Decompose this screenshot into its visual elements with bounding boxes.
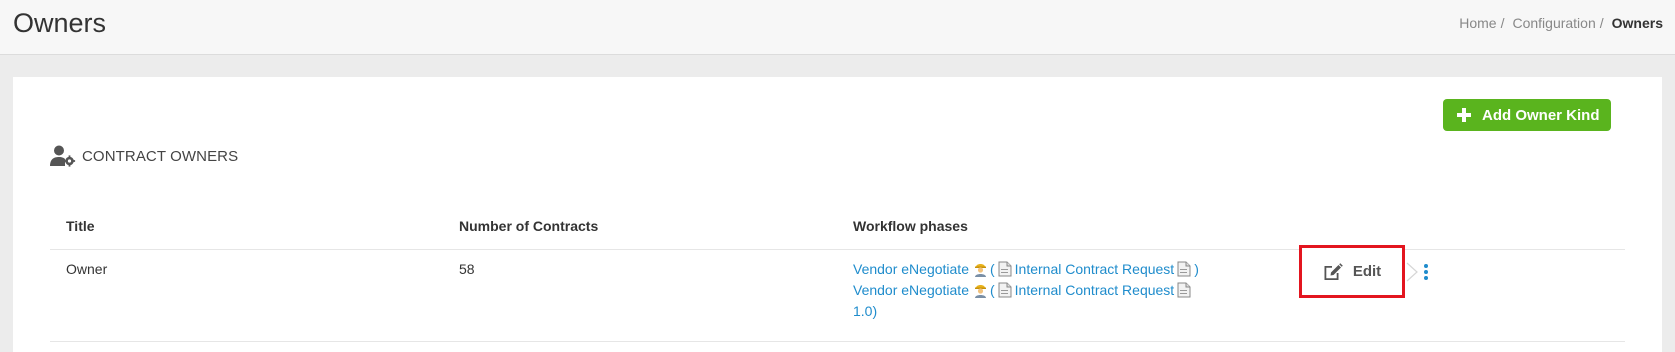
more-options-icon[interactable] — [1420, 262, 1432, 282]
cell-title: Owner — [66, 261, 108, 277]
phase-paren: ) — [1194, 261, 1199, 277]
column-header-contracts: Number of Contracts — [459, 218, 599, 234]
document-icon — [998, 261, 1012, 277]
cell-workflow-phases: Vendor eNegotiate ( Internal Contract Requ… — [853, 259, 1233, 322]
document-icon — [1177, 282, 1191, 298]
page-title: Owners — [13, 8, 107, 38]
user-cog-icon — [50, 145, 76, 167]
worker-icon — [974, 264, 986, 277]
chevron-right-icon — [1406, 262, 1418, 282]
column-header-title: Title — [66, 218, 95, 234]
breadcrumb-home[interactable]: Home — [1459, 15, 1496, 31]
workflow-phase-line: Vendor eNegotiate ( Internal Contract Requ… — [853, 259, 1233, 280]
phase-sub-link[interactable]: Internal Contract Request — [1015, 261, 1175, 277]
phase-paren: ( — [989, 282, 995, 298]
breadcrumb: Home / Configuration / Owners — [1459, 15, 1663, 31]
document-icon — [998, 282, 1012, 298]
cell-contract-count: 58 — [459, 261, 475, 277]
top-bar: Owners Home / Configuration / Owners — [0, 0, 1675, 55]
content-card — [13, 77, 1662, 352]
phase-link[interactable]: Vendor eNegotiate — [853, 282, 969, 298]
phase-sub-link[interactable]: Internal Contract Request — [1015, 282, 1175, 298]
plus-icon — [1457, 108, 1471, 122]
breadcrumb-configuration[interactable]: Configuration — [1512, 15, 1595, 31]
breadcrumb-current: Owners — [1611, 15, 1663, 31]
document-icon — [1177, 261, 1191, 277]
phase-paren: 1.0) — [853, 303, 878, 319]
edit-label: Edit — [1352, 263, 1382, 280]
edit-icon — [1324, 262, 1343, 280]
edit-button[interactable]: Edit — [1299, 245, 1405, 298]
section-header: CONTRACT OWNERS — [50, 145, 238, 167]
section-title: CONTRACT OWNERS — [82, 147, 239, 165]
add-owner-kind-label: Add Owner Kind — [1482, 106, 1600, 124]
column-header-workflow-phases: Workflow phases — [853, 218, 968, 234]
phase-link[interactable]: Vendor eNegotiate — [853, 261, 969, 277]
add-owner-kind-button[interactable]: Add Owner Kind — [1443, 99, 1611, 131]
workflow-phase-line: Vendor eNegotiate ( Internal Contract Requ… — [853, 280, 1233, 322]
breadcrumb-separator: / — [1599, 15, 1604, 31]
worker-icon — [974, 285, 986, 298]
row-divider — [50, 341, 1625, 342]
breadcrumb-separator: / — [1500, 15, 1505, 31]
phase-paren: ( — [989, 261, 995, 277]
